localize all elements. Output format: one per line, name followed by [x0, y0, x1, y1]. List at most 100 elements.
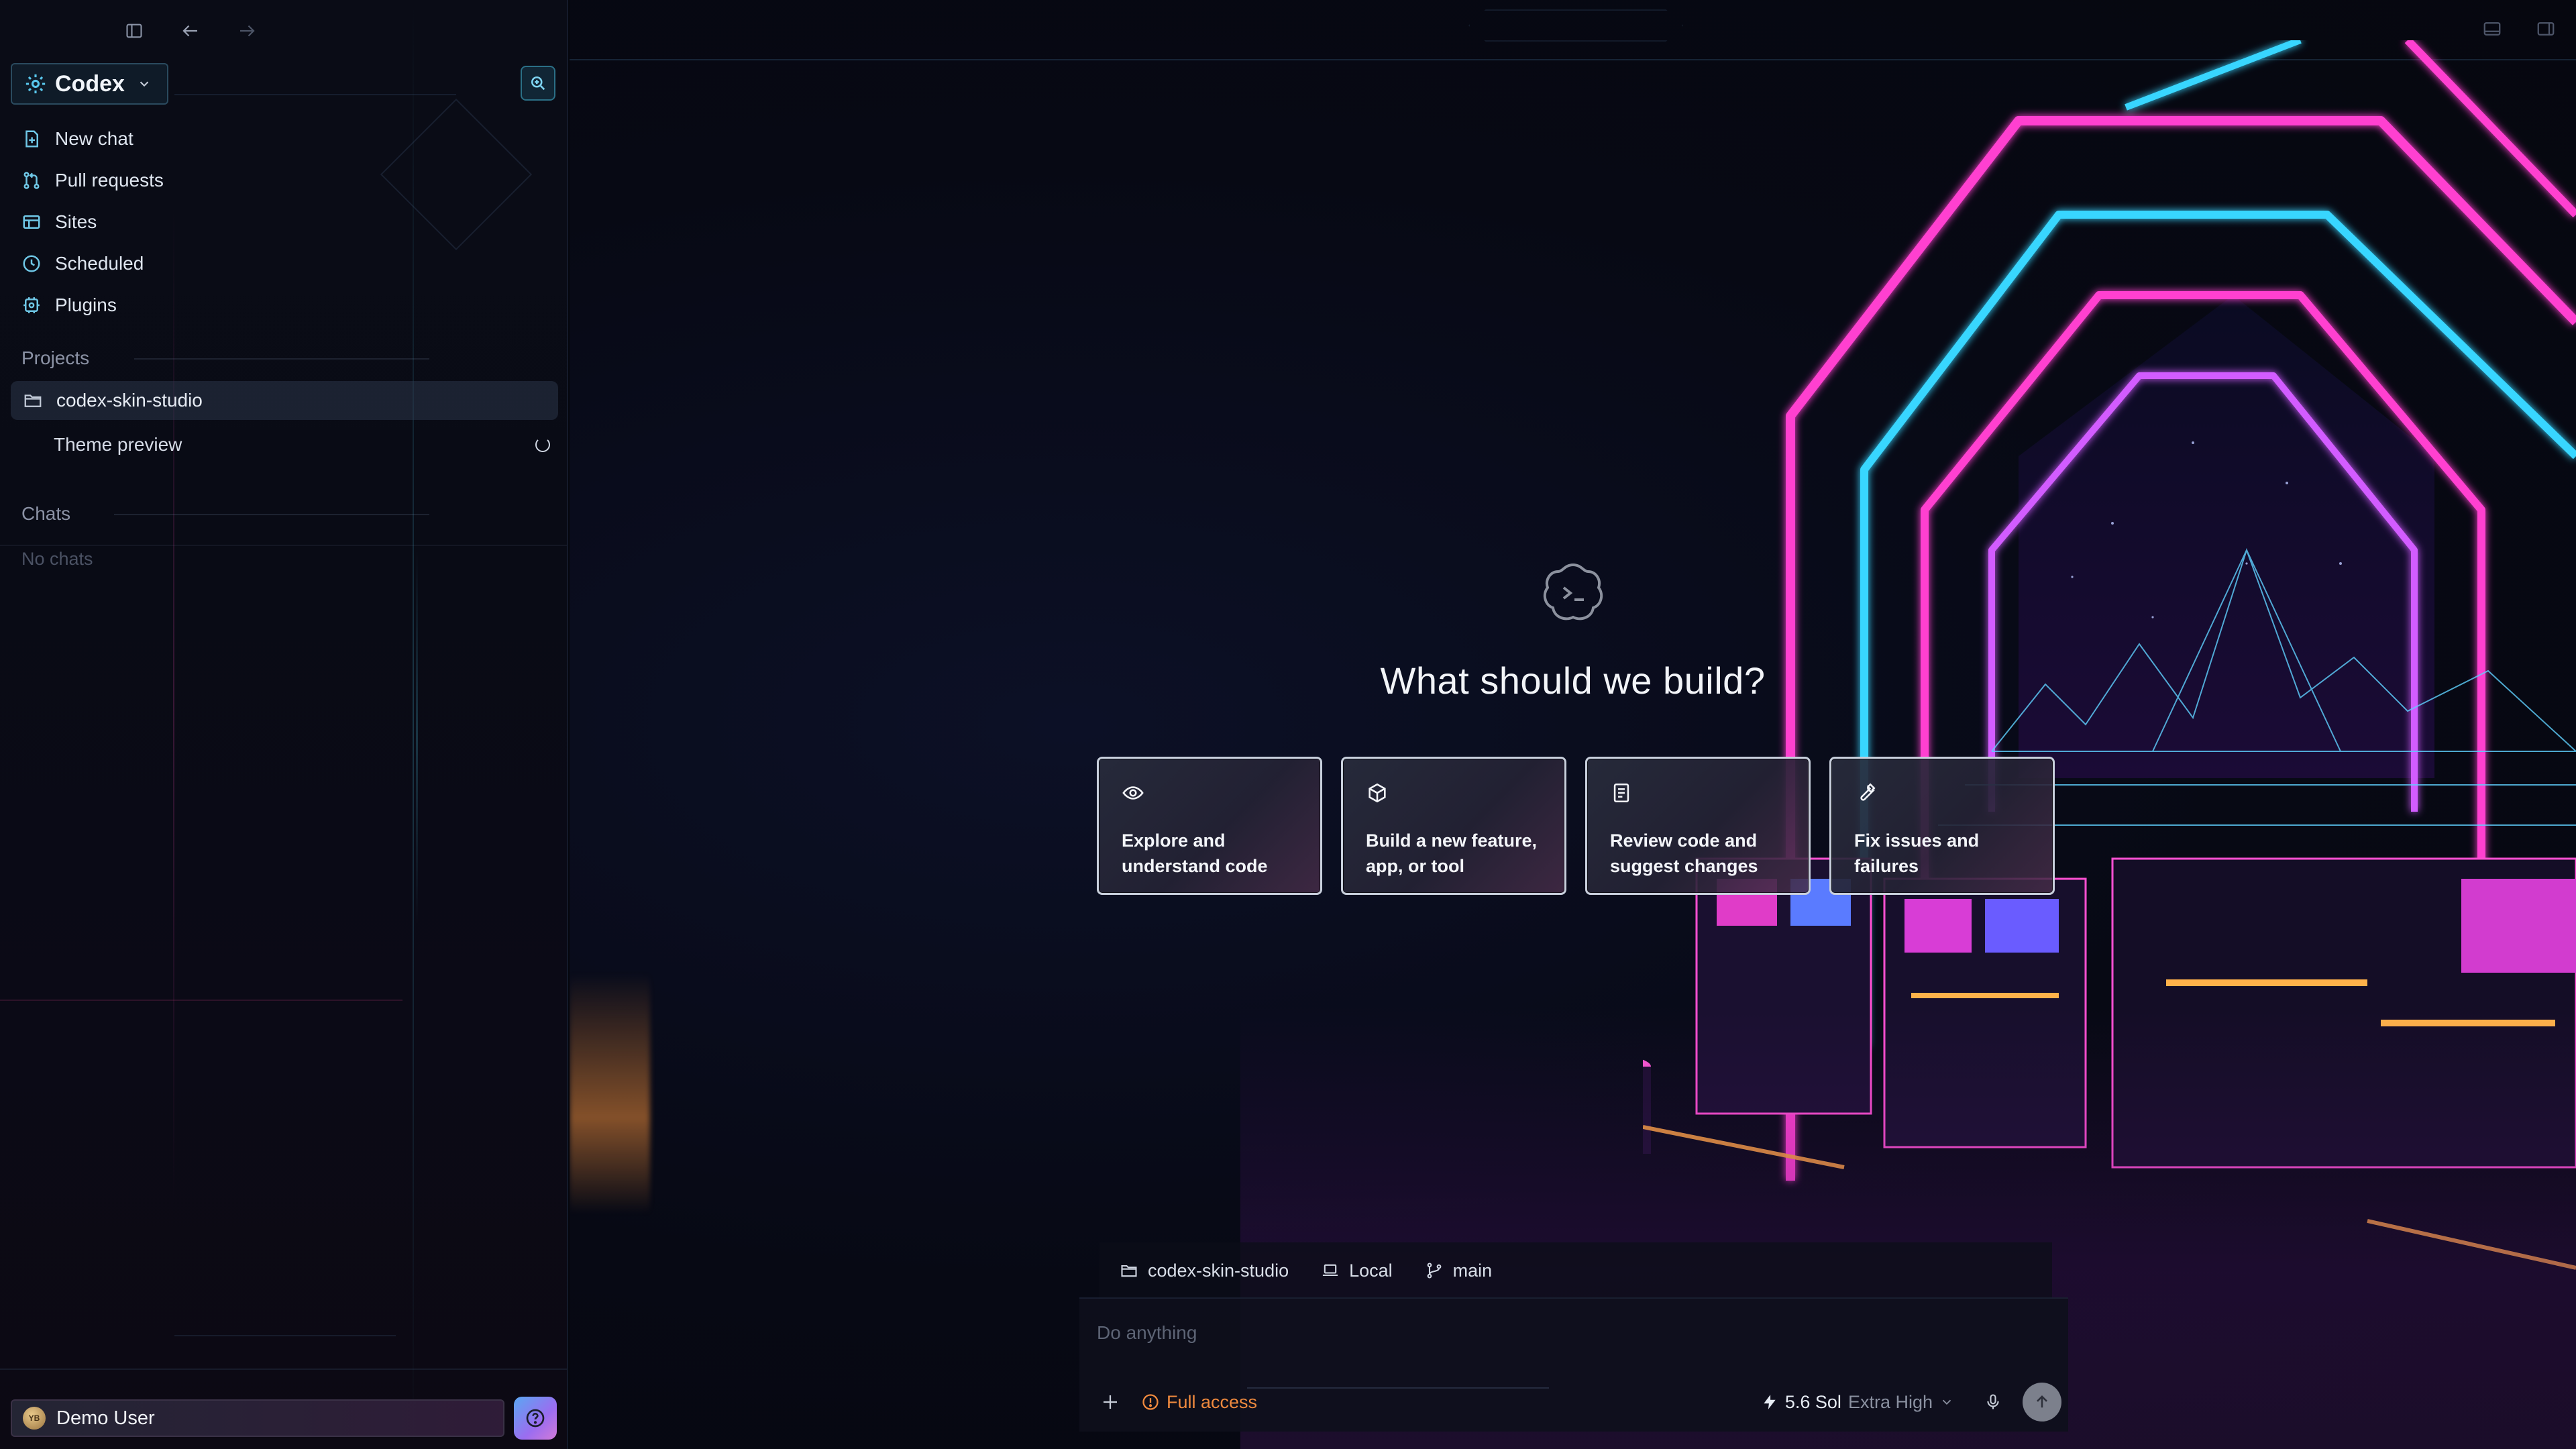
context-project-label: codex-skin-studio: [1148, 1260, 1289, 1281]
sidebar-decor-line: [416, 550, 418, 926]
forward-arrow-icon[interactable]: [233, 17, 260, 44]
suggestion-card-fix[interactable]: Fix issues and failures: [1829, 757, 2055, 895]
model-selector[interactable]: 5.6 Sol Extra High: [1761, 1392, 1954, 1413]
new-chat-icon: [25, 130, 38, 148]
clock-icon: [23, 255, 40, 272]
context-project[interactable]: codex-skin-studio: [1120, 1260, 1289, 1281]
suggestion-card-build[interactable]: Build a new feature, app, or tool: [1341, 757, 1566, 895]
page-title: What should we build?: [1380, 659, 1766, 702]
codex-logo-icon: [1543, 563, 1603, 621]
cube-icon: [1368, 783, 1386, 803]
laptop-icon: [1323, 1264, 1338, 1277]
model-name: 5.6 Sol: [1784, 1391, 1841, 1412]
chats-heading: Chats: [21, 503, 71, 524]
header-decor: [1468, 9, 1683, 42]
sidebar-toggle-icon[interactable]: [121, 17, 148, 44]
pull-request-icon: [23, 172, 40, 189]
sidebar-decor-line: [0, 1368, 567, 1370]
plus-icon: [1104, 1395, 1117, 1409]
section-divider: [134, 358, 429, 360]
suggestion-card-explore[interactable]: Explore and understand code: [1097, 757, 1322, 895]
git-branch-icon: [1427, 1263, 1442, 1279]
sidebar-decor-line: [0, 1000, 402, 1001]
access-level-label: Full access: [1167, 1391, 1258, 1412]
panel-right-icon[interactable]: [2536, 19, 2556, 39]
loading-spinner-icon: [535, 437, 550, 452]
wrench-icon: [1860, 783, 1876, 801]
folder-icon: [1121, 1265, 1137, 1277]
attach-button[interactable]: [1095, 1387, 1125, 1417]
warning-icon: [1142, 1394, 1159, 1410]
folder-icon: [24, 394, 42, 407]
chevron-down-icon: [1942, 1399, 1951, 1405]
sidebar-decor-line: [174, 94, 456, 95]
plugin-icon: [23, 297, 40, 313]
composer-toolbar: Full access 5.6 Sol Extra High: [1095, 1382, 2061, 1422]
context-environment[interactable]: Local: [1321, 1260, 1393, 1281]
model-effort: Extra High: [1847, 1391, 1933, 1412]
sites-icon: [23, 215, 40, 229]
sidebar-item-plugins[interactable]: Plugins: [21, 284, 551, 326]
send-button[interactable]: [2023, 1383, 2061, 1421]
avatar: YB: [23, 1407, 46, 1430]
sidebar-item-label: Plugins: [55, 294, 117, 315]
suggestion-card-label: Review code and suggest changes: [1610, 830, 1758, 876]
context-branch-label: main: [1452, 1260, 1493, 1281]
sidebar-decor-line: [174, 1335, 396, 1336]
context-environment-label: Local: [1349, 1260, 1393, 1281]
help-button[interactable]: [514, 1397, 557, 1440]
access-level-button[interactable]: Full access: [1141, 1392, 1257, 1413]
panel-icon[interactable]: [2482, 19, 2502, 39]
window-controls: [2482, 19, 2556, 39]
thread-item[interactable]: Theme preview: [54, 427, 550, 463]
sidebar-item-sites[interactable]: Sites: [21, 201, 551, 243]
sidebar-item-label: Pull requests: [55, 170, 164, 191]
voice-input-button[interactable]: [1978, 1387, 2008, 1417]
user-name: Demo User: [56, 1407, 155, 1429]
sidebar-item-scheduled[interactable]: Scheduled: [21, 243, 551, 284]
document-icon: [1613, 783, 1629, 803]
eye-icon: [1122, 786, 1144, 800]
main-panel: What should we build? Explore and unders…: [570, 0, 2576, 1449]
section-divider: [0, 545, 567, 546]
back-arrow-icon[interactable]: [177, 17, 204, 44]
context-branch[interactable]: main: [1425, 1260, 1493, 1281]
composer-context-bar: codex-skin-studio Local main: [1099, 1242, 2052, 1299]
suggestion-card-label: Fix issues and failures: [1854, 830, 1980, 876]
app-window: Codex New chat Pull requests Sites Sched…: [0, 0, 2576, 1449]
lightning-icon: [1764, 1395, 1776, 1409]
workspace-switcher[interactable]: Codex: [11, 63, 168, 105]
chats-empty-state: No chats: [21, 549, 93, 569]
sidebar: Codex New chat Pull requests Sites Sched…: [0, 0, 568, 1449]
workspace-name: Codex: [55, 70, 125, 97]
suggestion-card-label: Build a new feature, app, or tool: [1366, 830, 1538, 876]
suggestion-card-review[interactable]: Review code and suggest changes: [1585, 757, 1811, 895]
chevron-down-icon: [140, 81, 149, 87]
suggestion-card-label: Explore and understand code: [1122, 830, 1268, 876]
sidebar-item-label: Sites: [55, 211, 97, 232]
suggestion-cards: Explore and understand code Build a new …: [1097, 757, 2055, 895]
sidebar-item-label: New chat: [55, 128, 133, 149]
sidebar-item-pull-requests[interactable]: Pull requests: [21, 160, 551, 201]
search-button[interactable]: [521, 66, 555, 101]
codex-gear-icon: [25, 74, 46, 94]
section-divider: [114, 514, 429, 515]
sidebar-decor-line: [173, 201, 174, 1208]
user-menu[interactable]: YB Demo User: [11, 1399, 504, 1437]
arrow-up-icon: [2037, 1395, 2047, 1408]
window-toolbar: [121, 17, 260, 44]
microphone-icon: [1987, 1394, 1999, 1409]
search-icon: [531, 76, 545, 91]
thread-name: Theme preview: [54, 434, 182, 455]
help-icon: [526, 1409, 545, 1428]
project-item[interactable]: codex-skin-studio: [11, 381, 558, 420]
project-name: codex-skin-studio: [56, 390, 203, 411]
composer: Full access 5.6 Sol Extra High: [1079, 1297, 2068, 1432]
sidebar-item-new-chat[interactable]: New chat: [21, 118, 551, 160]
sidebar-item-label: Scheduled: [55, 253, 144, 274]
sidebar-nav: New chat Pull requests Sites Scheduled P…: [21, 118, 551, 326]
edge-glow: [570, 973, 650, 1214]
prompt-input[interactable]: [1095, 1316, 2035, 1350]
projects-heading: Projects: [21, 347, 90, 368]
composer-decor-line: [1247, 1387, 1549, 1389]
